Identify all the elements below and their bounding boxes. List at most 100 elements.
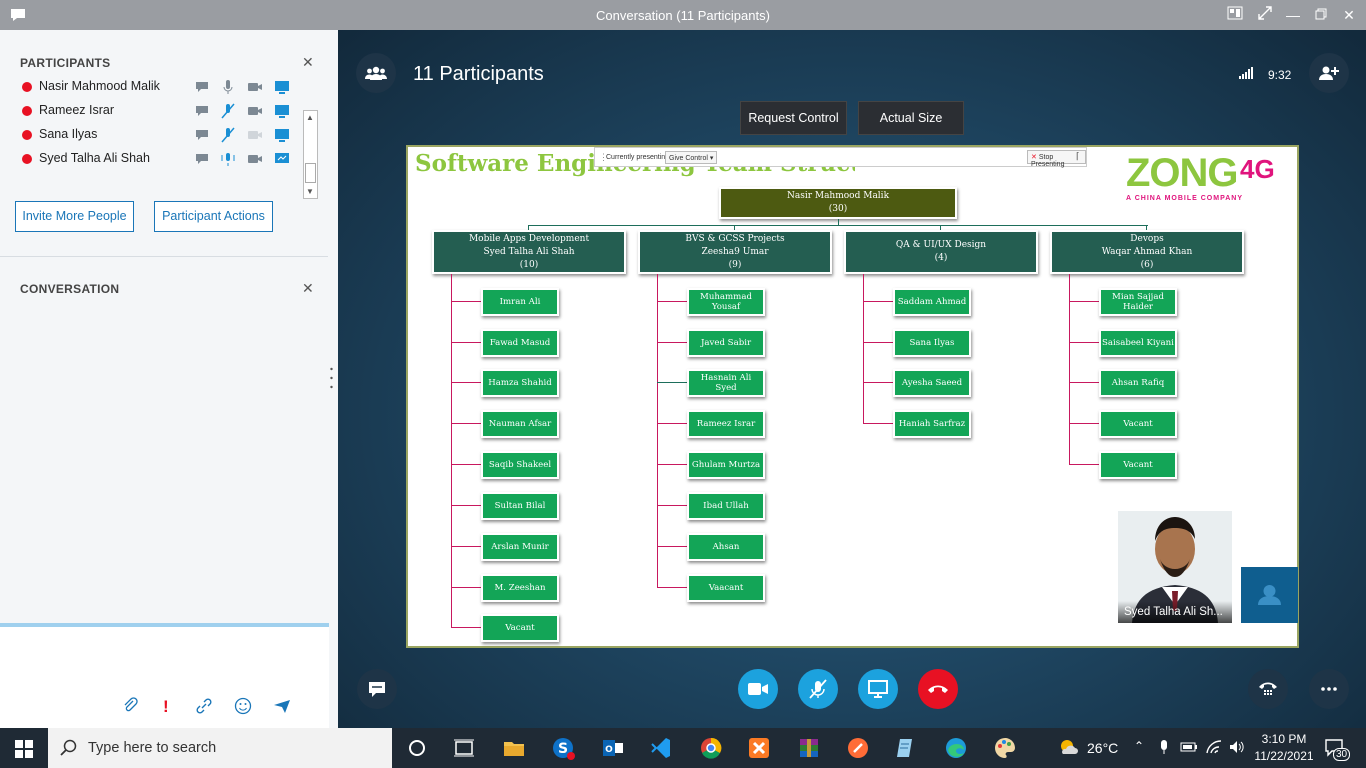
scroll-up-icon[interactable]: ▲ — [306, 113, 314, 122]
participant-row[interactable]: Sana Ilyas — [20, 125, 320, 147]
team-member-box: Javed Sabir — [687, 329, 765, 357]
close-button[interactable]: ✕ — [1338, 5, 1360, 25]
presence-busy-icon — [22, 106, 32, 116]
skype-for-business-icon[interactable]: S — [551, 736, 575, 760]
call-controls-button[interactable] — [1248, 669, 1288, 709]
ellipsis-icon — [1321, 687, 1337, 691]
clock-time[interactable]: 3:10 PM — [1259, 732, 1309, 746]
logo-word: ZONG — [1126, 151, 1239, 195]
chat-bubble-icon — [369, 682, 385, 697]
close-participants-icon[interactable]: ✕ — [302, 54, 314, 71]
video-button[interactable] — [738, 669, 778, 709]
org-box-text: Haniah Sarfraz — [898, 419, 966, 429]
high-importance-icon[interactable]: ! — [163, 697, 169, 717]
team-member-box: Sultan Bilal — [481, 492, 559, 520]
team-member-box: Rameez Israr — [687, 410, 765, 438]
postman-icon[interactable] — [846, 736, 870, 760]
visual-studio-code-icon[interactable] — [649, 736, 673, 760]
team-member-box: Ghulam Murtza — [687, 451, 765, 479]
show-hidden-icons-icon[interactable]: ⌃ — [1134, 739, 1144, 753]
scroll-thumb[interactable] — [305, 163, 316, 183]
participant-tile[interactable] — [1241, 567, 1298, 623]
chrome-icon[interactable] — [699, 736, 723, 760]
outlook-icon[interactable]: O — [601, 736, 625, 760]
zong-logo: ZONG 4G A CHINA MOBILE COMPANY — [1126, 151, 1301, 209]
microphone-tray-icon[interactable] — [1155, 738, 1173, 756]
chevron-down-icon: ▾ — [709, 155, 714, 162]
present-button[interactable] — [858, 669, 898, 709]
org-connector — [451, 301, 481, 302]
add-person-icon — [1319, 66, 1339, 80]
org-box-text: Fawad Masud — [489, 338, 551, 348]
team-member-box: Imran Ali — [481, 288, 559, 316]
hang-up-button[interactable] — [918, 669, 958, 709]
compact-view-icon[interactable] — [1224, 5, 1246, 25]
org-box-text: Vacant — [1123, 419, 1153, 429]
pane-resize-handle[interactable] — [330, 366, 333, 390]
windows-start-icon[interactable] — [15, 740, 33, 758]
self-view-name: Syed Talha Ali Sh... — [1118, 601, 1232, 623]
xampp-icon[interactable] — [747, 736, 771, 760]
video-camera-icon — [248, 107, 262, 115]
currently-presenting-label: Currently presenting — [606, 154, 670, 161]
org-box-text: Imran Ali — [499, 297, 541, 307]
participants-roster-button[interactable] — [356, 53, 396, 93]
give-control-dropdown[interactable]: Give Control ▾ — [665, 151, 718, 164]
paint-icon[interactable] — [993, 736, 1017, 760]
logo-suffix: 4G — [1240, 154, 1275, 184]
send-icon[interactable] — [273, 697, 291, 720]
volume-icon[interactable] — [1228, 738, 1246, 756]
file-explorer-icon[interactable] — [502, 736, 526, 760]
participants-scrollbar[interactable]: ▲ ▼ — [303, 110, 318, 199]
microphone-active-icon — [221, 153, 235, 166]
self-video-preview[interactable]: Syed Talha Ali Sh... — [1118, 511, 1232, 623]
org-box-text: Muhammad Yousaf — [700, 292, 752, 312]
org-connector — [657, 546, 687, 547]
battery-icon[interactable] — [1180, 738, 1198, 756]
org-connector — [863, 301, 893, 302]
org-box-text: Arslan Munir — [491, 542, 549, 552]
weather-icon[interactable] — [1057, 736, 1081, 760]
add-participant-button[interactable] — [1309, 53, 1349, 93]
pin-icon[interactable]: ⌈ — [1076, 151, 1080, 162]
org-connector — [451, 587, 481, 588]
search-icon — [60, 739, 77, 756]
hyperlink-icon[interactable] — [195, 697, 213, 720]
participant-actions-button[interactable]: Participant Actions — [154, 201, 273, 232]
org-box-text: Vaacant — [708, 583, 744, 593]
wifi-icon[interactable] — [1205, 738, 1223, 756]
restore-button[interactable] — [1310, 5, 1332, 25]
participants-count: 11 Participants — [413, 63, 544, 85]
minimize-button[interactable]: — — [1282, 5, 1304, 25]
presenting-toolbar: ⋮ Currently presenting Give Control ▾ ✕ … — [594, 147, 1087, 168]
emoticon-icon[interactable] — [234, 697, 252, 720]
cortana-icon[interactable] — [405, 736, 429, 760]
edge-icon[interactable] — [944, 736, 968, 760]
more-options-button[interactable] — [1309, 669, 1349, 709]
taskbar-search[interactable]: Type here to search — [48, 728, 392, 768]
request-control-button[interactable]: Request Control — [740, 101, 847, 135]
show-im-button[interactable] — [357, 669, 397, 709]
winrar-icon[interactable] — [797, 736, 821, 760]
org-box-text: (30) — [828, 204, 848, 214]
close-conversation-icon[interactable]: ✕ — [302, 280, 314, 297]
stop-presenting-label: Stop Presenting — [1031, 154, 1065, 168]
fullscreen-icon[interactable] — [1254, 5, 1276, 25]
participant-row[interactable]: Rameez Israr — [20, 101, 320, 123]
invite-more-people-button[interactable]: Invite More People — [15, 201, 134, 232]
org-connector — [528, 225, 1148, 226]
participant-row[interactable]: Nasir Mahmood Malik — [20, 77, 320, 99]
clock-date[interactable]: 11/22/2021 — [1252, 749, 1316, 763]
org-box-text: Ibad Ullah — [703, 501, 749, 511]
team-member-box: Ayesha Saeed — [893, 369, 971, 397]
attachment-icon[interactable] — [122, 697, 138, 718]
participants-heading: PARTICIPANTS — [20, 56, 111, 70]
org-connector — [863, 382, 893, 383]
org-box-text: BVS & GCSS Projects — [685, 233, 785, 244]
actual-size-button[interactable]: Actual Size — [858, 101, 964, 135]
task-view-icon[interactable] — [452, 736, 476, 760]
mute-button[interactable] — [798, 669, 838, 709]
notepad-icon[interactable] — [894, 736, 918, 760]
participant-row[interactable]: Syed Talha Ali Shah — [20, 149, 320, 171]
scroll-down-icon[interactable]: ▼ — [306, 187, 314, 196]
